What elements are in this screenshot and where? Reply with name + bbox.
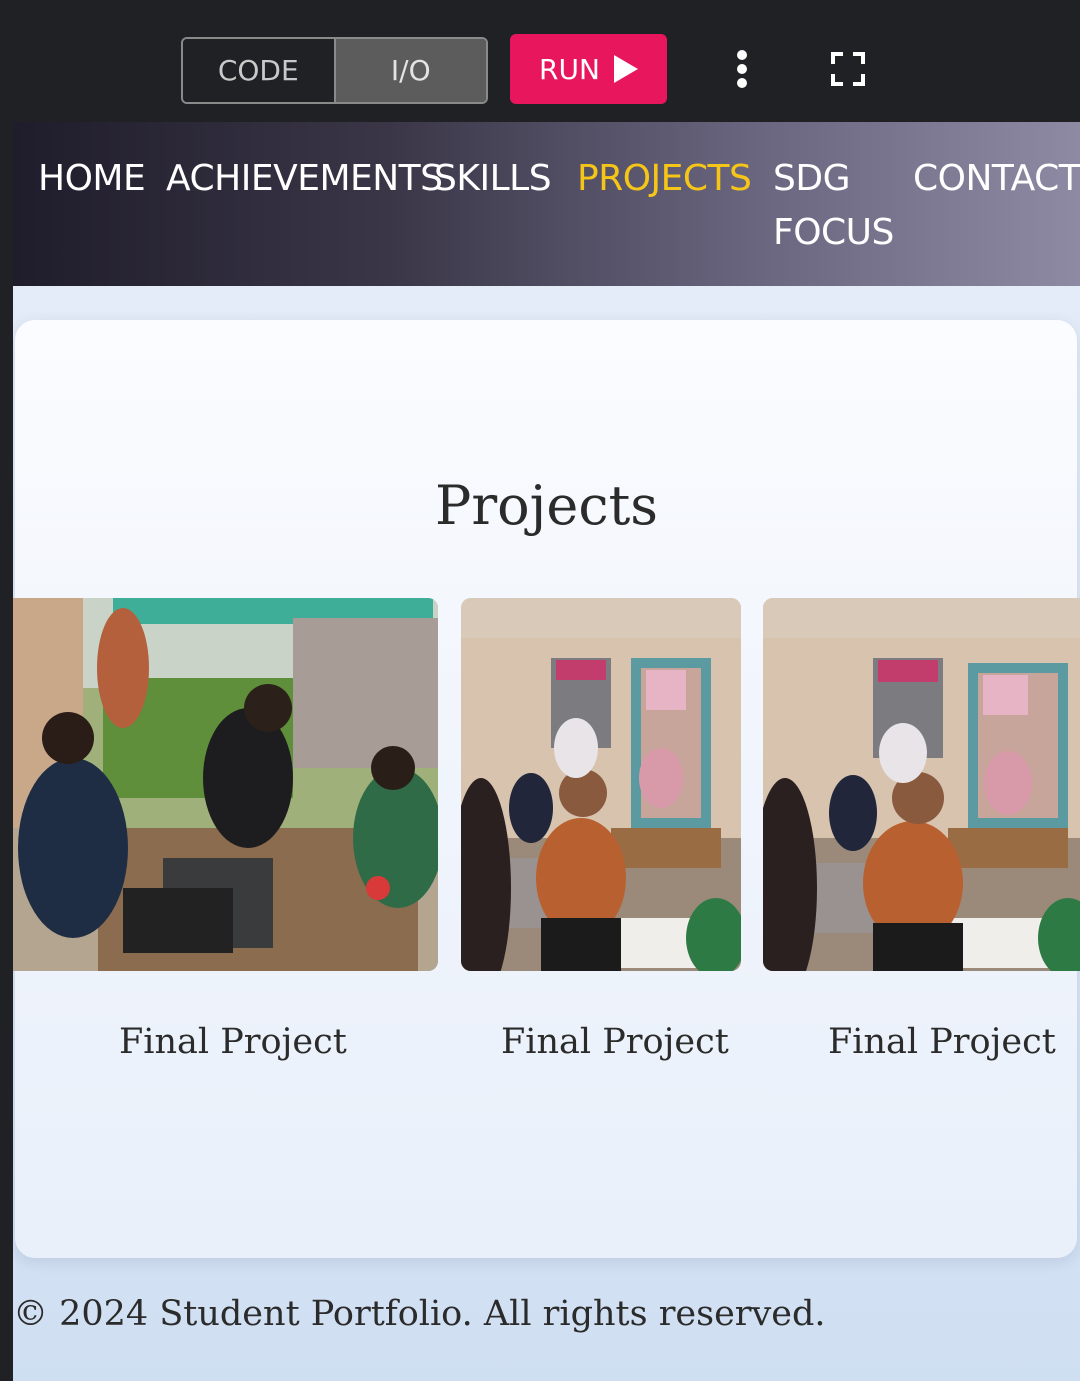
nav-achievements-link[interactable]: ACHIEVEMENTS	[166, 152, 443, 206]
code-tab-button[interactable]: CODE	[183, 39, 336, 102]
project-caption: Final Project	[119, 1022, 347, 1062]
nav-sdg-focus-link[interactable]: SDG FOCUS	[773, 152, 894, 260]
project-caption: Final Project	[828, 1022, 1056, 1062]
fullscreen-icon[interactable]	[831, 52, 865, 86]
nav-contact-link[interactable]: CONTACT	[913, 152, 1080, 206]
projects-heading: Projects	[434, 474, 658, 537]
more-options-icon[interactable]	[730, 50, 754, 88]
run-button[interactable]: RUN	[510, 34, 667, 104]
editor-toolbar: CODE I/O RUN	[0, 0, 1080, 122]
app-frame: CODE I/O RUN HOME ACHIEVEMENTS SKILLS PR…	[0, 0, 1080, 1381]
play-icon	[613, 55, 638, 83]
output-preview: HOME ACHIEVEMENTS SKILLS PROJECTS SDG FO…	[13, 122, 1080, 1381]
group-selfie-porch-photo	[461, 598, 741, 971]
nav-home-link[interactable]: HOME	[38, 152, 146, 206]
run-button-label: RUN	[539, 52, 600, 86]
group-working-outdoors-photo	[13, 598, 438, 971]
project-photo[interactable]	[13, 598, 438, 971]
nav-skills-link[interactable]: SKILLS	[434, 152, 552, 206]
footer-copyright: © 2024 Student Portfolio. All rights res…	[13, 1294, 826, 1334]
site-navbar: HOME ACHIEVEMENTS SKILLS PROJECTS SDG FO…	[13, 122, 1080, 286]
project-caption: Final Project	[501, 1022, 729, 1062]
project-photo[interactable]	[461, 598, 741, 971]
group-selfie-porch-photo	[763, 598, 1080, 971]
project-photo[interactable]	[763, 598, 1080, 971]
nav-projects-link[interactable]: PROJECTS	[577, 152, 752, 206]
view-toggle: CODE I/O	[181, 37, 488, 104]
io-tab-button[interactable]: I/O	[335, 39, 486, 102]
